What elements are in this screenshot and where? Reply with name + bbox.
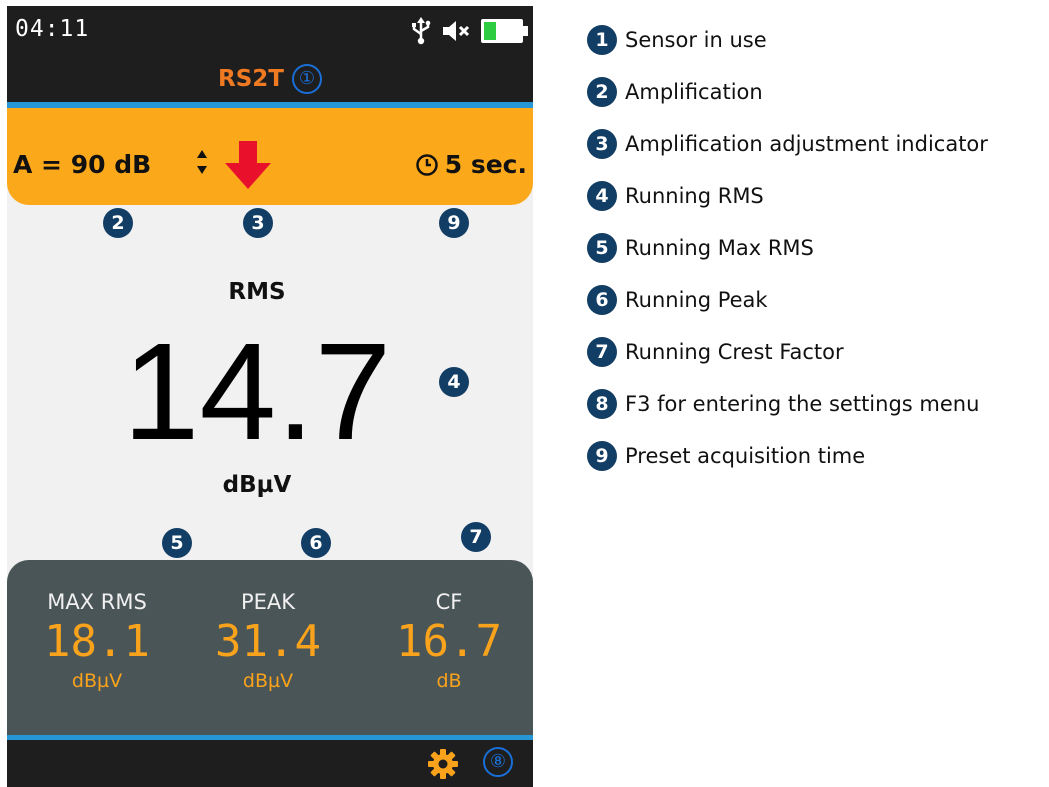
gear-icon[interactable] xyxy=(427,748,459,780)
legend-text: F3 for entering the settings menu xyxy=(625,392,980,416)
legend-item: 4 Running RMS xyxy=(587,170,988,222)
stat-label: CF xyxy=(435,590,463,614)
legend-number: 8 xyxy=(587,389,617,419)
legend-number: 4 xyxy=(587,181,617,211)
stat-peak: PEAK 31.4 dBµV xyxy=(180,590,356,692)
down-arrow-icon xyxy=(225,141,271,189)
amplification-bar: A = 90 dB 5 sec. xyxy=(7,108,533,205)
legend-number: 5 xyxy=(587,233,617,263)
badge-4: 4 xyxy=(439,367,469,397)
legend-number: 1 xyxy=(587,25,617,55)
stat-value: 16.7 xyxy=(396,616,502,667)
status-bar: 04:11 RS2T ① xyxy=(7,6,533,102)
legend-item: 8 F3 for entering the settings menu xyxy=(587,378,988,430)
badge-6: 6 xyxy=(301,528,331,558)
stat-unit: dBµV xyxy=(71,670,123,692)
rms-label: RMS xyxy=(228,279,286,305)
legend-text: Running RMS xyxy=(625,184,764,208)
rms-unit: dBµV xyxy=(222,472,292,498)
legend-text: Running Max RMS xyxy=(625,236,814,260)
legend-number: 7 xyxy=(587,337,617,367)
device-screen: 04:11 RS2T ① A = 90 dB 5 sec. 2 3 9 RMS … xyxy=(7,6,533,787)
clock-time: 04:11 xyxy=(15,16,90,42)
stat-crest-factor: CF 16.7 dB xyxy=(361,590,533,692)
callout-1: ① xyxy=(291,64,322,94)
clock-icon xyxy=(415,153,438,176)
legend-number: 6 xyxy=(587,285,617,315)
legend-text: Running Peak xyxy=(625,288,768,312)
stat-unit: dBµV xyxy=(242,670,294,692)
sensor-name-row: RS2T ① xyxy=(7,64,533,94)
status-icons xyxy=(411,16,528,46)
acquisition-timer: 5 sec. xyxy=(415,150,527,179)
badge-2: 2 xyxy=(103,208,133,238)
badge-7: 7 xyxy=(461,522,491,552)
legend-number: 2 xyxy=(587,77,617,107)
legend-item: 7 Running Crest Factor xyxy=(587,326,988,378)
sensor-name: RS2T xyxy=(218,66,284,92)
stat-value: 31.4 xyxy=(215,616,321,667)
legend-item: 9 Preset acquisition time xyxy=(587,430,988,482)
callout-8: ⑧ xyxy=(483,747,513,777)
badge-9: 9 xyxy=(439,208,469,238)
function-bar: ⑧ xyxy=(7,740,533,787)
legend-number: 9 xyxy=(587,441,617,471)
acquisition-time: 5 sec. xyxy=(444,150,527,179)
stat-max-rms: MAX RMS 18.1 dBµV xyxy=(9,590,185,692)
badge-3: 3 xyxy=(243,208,273,238)
legend-item: 3 Amplification adjustment indicator xyxy=(587,118,988,170)
stat-value: 18.1 xyxy=(44,616,150,667)
legend-text: Sensor in use xyxy=(625,28,767,52)
stat-unit: dB xyxy=(436,670,462,692)
legend-item: 5 Running Max RMS xyxy=(587,222,988,274)
usb-icon xyxy=(412,17,431,45)
badge-5: 5 xyxy=(162,528,192,558)
legend-item: 6 Running Peak xyxy=(587,274,988,326)
battery-icon xyxy=(481,19,528,43)
rms-value: 14.7 xyxy=(122,315,392,469)
stat-label: PEAK xyxy=(240,590,296,614)
legend: 1 Sensor in use 2 Amplification 3 Amplifica… xyxy=(587,14,988,482)
legend-item: 2 Amplification xyxy=(587,66,988,118)
amplification-value: A = 90 dB xyxy=(13,150,152,179)
legend-text: Amplification xyxy=(625,80,763,104)
legend-text: Amplification adjustment indicator xyxy=(625,132,988,156)
updown-icon xyxy=(197,150,207,174)
legend-number: 3 xyxy=(587,129,617,159)
mute-icon xyxy=(443,21,470,41)
legend-text: Preset acquisition time xyxy=(625,444,866,468)
stat-label: MAX RMS xyxy=(47,590,147,614)
legend-item: 1 Sensor in use xyxy=(587,14,988,66)
legend-text: Running Crest Factor xyxy=(625,340,844,364)
stats-panel: MAX RMS 18.1 dBµV PEAK 31.4 dBµV CF 16.7… xyxy=(7,560,533,735)
